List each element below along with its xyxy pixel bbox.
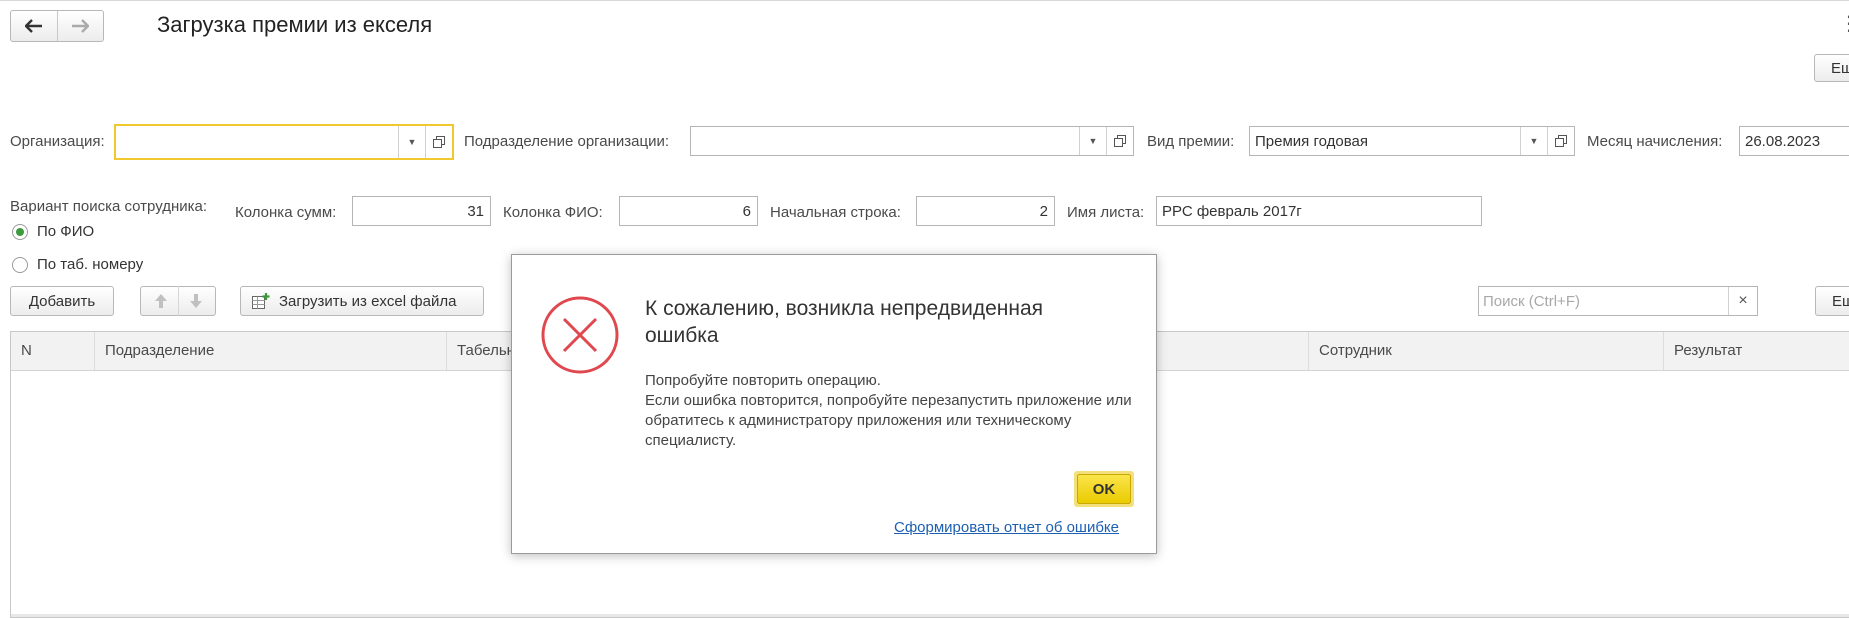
arrow-right-icon — [72, 19, 90, 33]
column-header-division[interactable]: Подразделение — [95, 332, 447, 370]
ok-button[interactable]: OK — [1074, 471, 1134, 507]
sum-column-value[interactable]: 31 — [353, 203, 490, 220]
page-title: Загрузка премии из екселя — [157, 12, 433, 37]
organization-field[interactable]: ▼ — [114, 124, 454, 160]
division-field[interactable]: ▼ — [690, 126, 1134, 156]
error-report-link[interactable]: Сформировать отчет об ошибке — [894, 519, 1119, 536]
forward-button[interactable] — [58, 11, 104, 41]
dialog-message-line1: Попробуйте повторить операцию. — [645, 372, 881, 389]
navigation-buttons — [10, 10, 104, 42]
sum-column-label: Колонка сумм: — [235, 204, 337, 221]
radio-fio-option[interactable]: По ФИО — [12, 223, 94, 240]
error-x-circle-icon — [541, 296, 619, 374]
bonus-type-field[interactable]: Премия годовая ▼ — [1249, 126, 1575, 156]
error-dialog: К сожалению, возникла непредвиденная оши… — [511, 254, 1157, 554]
clear-search-button[interactable]: × — [1728, 287, 1757, 315]
fio-column-label: Колонка ФИО: — [503, 204, 603, 221]
arrow-down-icon — [189, 294, 202, 308]
bonus-type-value[interactable]: Премия годовая — [1250, 133, 1520, 150]
fio-column-field[interactable]: 6 — [619, 196, 758, 226]
more-button-top[interactable]: Еще — [1814, 54, 1849, 82]
back-button[interactable] — [11, 11, 58, 41]
sum-column-field[interactable]: 31 — [352, 196, 491, 226]
search-input[interactable]: Поиск (Ctrl+F) — [1479, 293, 1728, 310]
column-header-employee[interactable]: Сотрудник — [1309, 332, 1664, 370]
top-border — [0, 0, 1849, 1]
add-button[interactable]: Добавить — [10, 286, 114, 316]
month-value[interactable]: 26.08.2023 — [1740, 133, 1849, 150]
load-excel-label: Загрузить из excel файла — [279, 292, 457, 310]
fio-column-value[interactable]: 6 — [620, 203, 757, 220]
radio-tab[interactable] — [12, 256, 28, 273]
more-button-list[interactable]: Еще — [1815, 286, 1849, 316]
sheet-name-label: Имя листа: — [1067, 204, 1145, 221]
start-row-label: Начальная строка: — [770, 204, 901, 221]
chevron-down-icon[interactable]: ▼ — [1520, 127, 1547, 155]
start-row-value[interactable]: 2 — [917, 203, 1054, 220]
column-header-n[interactable]: N — [11, 332, 95, 370]
move-down-button[interactable] — [179, 286, 213, 316]
ok-button-label: OK — [1077, 474, 1131, 504]
dialog-title: К сожалению, возникла непредвиденная оши… — [645, 297, 1044, 347]
sheet-name-value[interactable]: РРС февраль 2017г — [1157, 203, 1481, 220]
load-excel-button[interactable]: Загрузить из excel файла — [240, 286, 484, 316]
dialog-message: Попробуйте повторить операцию. Если ошиб… — [645, 371, 1135, 451]
open-icon[interactable] — [1106, 127, 1133, 155]
column-header-result[interactable]: Результат — [1664, 332, 1849, 370]
radio-fio[interactable] — [12, 223, 28, 240]
radio-tab-label: По таб. номеру — [37, 256, 144, 273]
move-buttons — [140, 286, 216, 316]
start-row-field[interactable]: 2 — [916, 196, 1055, 226]
excel-add-icon — [252, 293, 270, 309]
chevron-down-icon[interactable]: ▼ — [398, 126, 425, 158]
arrow-left-icon — [24, 19, 42, 33]
search-field[interactable]: Поиск (Ctrl+F) × — [1478, 286, 1758, 316]
organization-label: Организация: — [10, 133, 105, 150]
month-field[interactable]: 26.08.2023 — [1739, 126, 1849, 156]
sheet-name-field[interactable]: РРС февраль 2017г — [1156, 196, 1482, 226]
month-label: Месяц начисления: — [1587, 133, 1723, 150]
arrow-up-icon — [154, 294, 167, 308]
vertical-dots-icon[interactable]: ⋮ — [1839, 14, 1849, 34]
radio-tab-option[interactable]: По таб. номеру — [12, 256, 143, 273]
table-footer — [11, 614, 1849, 617]
chevron-down-icon[interactable]: ▼ — [1079, 127, 1106, 155]
division-label: Подразделение организации: — [464, 133, 670, 150]
bonus-type-label: Вид премии: — [1147, 133, 1235, 150]
dialog-message-line2: Если ошибка повторится, попробуйте перез… — [645, 392, 1132, 449]
open-icon[interactable] — [425, 126, 452, 158]
radio-selected-dot — [16, 227, 24, 236]
open-icon[interactable] — [1547, 127, 1574, 155]
move-up-button[interactable] — [144, 286, 179, 316]
radio-fio-label: По ФИО — [37, 223, 95, 240]
search-variant-label: Вариант поиска сотрудника: — [10, 198, 208, 215]
